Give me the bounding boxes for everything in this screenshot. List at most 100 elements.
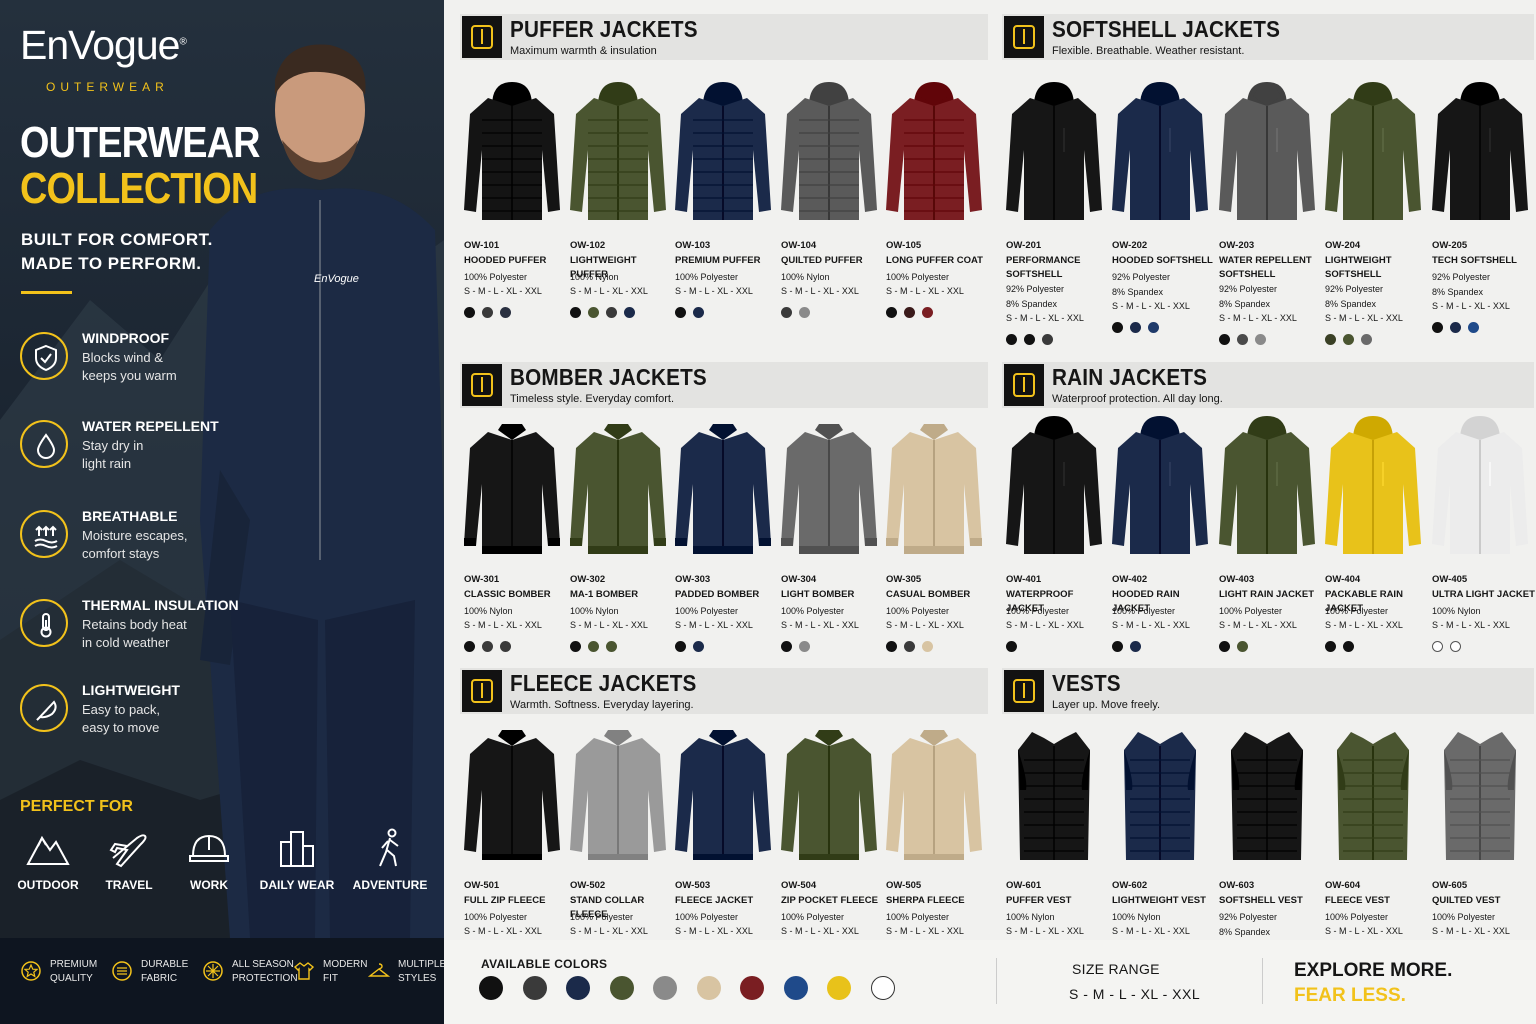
product-name: ULTRA LIGHT JACKET <box>1432 589 1535 600</box>
available-color-swatch[interactable] <box>827 976 851 1000</box>
product-name: LIGHT BOMBER <box>781 589 855 600</box>
product-material: 100% Nylon <box>781 272 830 282</box>
color-swatch[interactable] <box>500 307 511 318</box>
color-swatch[interactable] <box>464 641 475 652</box>
tools-icon <box>1013 25 1035 49</box>
brand-logo: EnVogue® <box>20 22 187 68</box>
color-swatch[interactable] <box>1432 322 1443 333</box>
feature-breathable: BREATHABLE Moisture escapes, comfort stay… <box>20 508 280 570</box>
available-color-swatch[interactable] <box>566 976 590 1000</box>
color-swatches <box>781 307 817 319</box>
color-swatch[interactable] <box>588 641 599 652</box>
product-code: OW-202 <box>1112 240 1148 251</box>
section-icon-box <box>462 364 502 406</box>
color-swatch[interactable] <box>1112 322 1123 333</box>
color-swatch[interactable] <box>886 641 897 652</box>
color-swatch[interactable] <box>1361 334 1372 345</box>
color-swatch[interactable] <box>482 641 493 652</box>
color-swatch[interactable] <box>1325 641 1336 652</box>
product-code: OW-205 <box>1432 240 1468 251</box>
color-swatch[interactable] <box>922 641 933 652</box>
color-swatch[interactable] <box>464 307 475 318</box>
color-swatch[interactable] <box>1042 334 1053 345</box>
product-name: FULL ZIP FLEECE <box>464 895 546 906</box>
product-sizes: S - M - L - XL - XXL <box>570 286 648 296</box>
section-subtitle: Waterproof protection. All day long. <box>1052 393 1223 405</box>
color-swatch[interactable] <box>886 307 897 318</box>
product-name: PUFFER VEST <box>1006 895 1072 906</box>
color-swatch[interactable] <box>606 307 617 318</box>
jacket-image <box>675 730 771 860</box>
color-swatch[interactable] <box>606 641 617 652</box>
color-swatch[interactable] <box>693 307 704 318</box>
color-swatch[interactable] <box>1450 641 1461 652</box>
color-swatch[interactable] <box>904 641 915 652</box>
product-code: OW-402 <box>1112 574 1148 585</box>
product-material: 100% Polyester <box>1219 606 1283 616</box>
color-swatch[interactable] <box>922 307 933 318</box>
color-swatch[interactable] <box>570 641 581 652</box>
available-color-swatch[interactable] <box>870 976 895 1000</box>
product-code: OW-302 <box>570 574 606 585</box>
color-swatch[interactable] <box>1255 334 1266 345</box>
color-swatch[interactable] <box>1237 641 1248 652</box>
color-swatch[interactable] <box>693 641 704 652</box>
available-color-swatch[interactable] <box>740 976 764 1000</box>
divider <box>1262 958 1263 1004</box>
color-swatch[interactable] <box>1468 322 1479 333</box>
color-swatch[interactable] <box>675 641 686 652</box>
product-material: 100% Polyester <box>1112 606 1176 616</box>
available-color-swatch[interactable] <box>783 976 808 1000</box>
product-sizes: S - M - L - XL - XXL <box>1006 620 1084 630</box>
color-swatch[interactable] <box>1148 322 1159 333</box>
color-swatch[interactable] <box>904 307 915 318</box>
product-sizes: S - M - L - XL - XXL <box>886 926 964 936</box>
color-swatch[interactable] <box>1219 641 1230 652</box>
available-color-swatch[interactable] <box>479 976 503 1000</box>
color-swatch[interactable] <box>781 641 792 652</box>
product-sizes: S - M - L - XL - XXL <box>464 926 542 936</box>
color-swatch[interactable] <box>675 307 686 318</box>
color-swatch[interactable] <box>1432 641 1443 652</box>
jacket-image <box>464 82 560 220</box>
color-swatch[interactable] <box>588 307 599 318</box>
feature-thermal-insulation: THERMAL INSULATION Retains body heat in c… <box>20 597 280 659</box>
color-swatch[interactable] <box>1024 334 1035 345</box>
section-title: RAIN JACKETS <box>1052 364 1208 390</box>
product-material: 92% Polyester <box>1219 284 1278 294</box>
color-swatch[interactable] <box>1130 322 1141 333</box>
available-color-swatch[interactable] <box>609 976 634 1000</box>
available-color-swatch[interactable] <box>653 976 677 1000</box>
color-swatch[interactable] <box>1006 334 1017 345</box>
color-swatch[interactable] <box>1343 641 1354 652</box>
color-swatch[interactable] <box>570 307 581 318</box>
thermometer-icon <box>40 613 52 638</box>
color-swatch[interactable] <box>1343 334 1354 345</box>
section-icon-box <box>462 16 502 58</box>
color-swatch[interactable] <box>1112 641 1123 652</box>
color-swatch[interactable] <box>1130 641 1141 652</box>
color-swatch[interactable] <box>624 307 635 318</box>
color-swatches <box>570 641 624 653</box>
color-swatch[interactable] <box>1006 641 1017 652</box>
color-swatch[interactable] <box>1450 322 1461 333</box>
color-swatch[interactable] <box>781 307 792 318</box>
product-code: OW-405 <box>1432 574 1468 585</box>
product-code: OW-401 <box>1006 574 1042 585</box>
color-swatch[interactable] <box>482 307 493 318</box>
product-sizes: S - M - L - XL - XXL <box>1219 313 1297 323</box>
color-swatch[interactable] <box>1237 334 1248 345</box>
available-color-swatch[interactable] <box>522 976 547 1000</box>
product-code: OW-303 <box>675 574 711 585</box>
color-swatch[interactable] <box>1219 334 1230 345</box>
section-header: PUFFER JACKETS Maximum warmth & insulatio… <box>460 14 988 60</box>
color-swatch[interactable] <box>799 641 810 652</box>
jacket-image <box>1219 416 1315 554</box>
color-swatch[interactable] <box>799 307 810 318</box>
color-swatch[interactable] <box>1325 334 1336 345</box>
product-material: 100% Polyester <box>464 912 528 922</box>
available-color-swatch[interactable] <box>696 976 721 1000</box>
product-sizes: S - M - L - XL - XXL <box>1432 620 1510 630</box>
color-swatch[interactable] <box>500 641 511 652</box>
feature-lightweight: LIGHTWEIGHT Easy to pack, easy to move <box>20 682 280 744</box>
